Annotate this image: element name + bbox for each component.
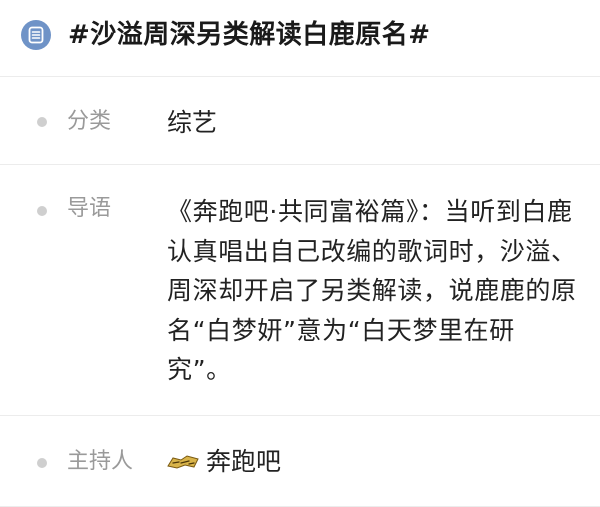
bullet-dot: [37, 458, 47, 468]
topic-title: #沙溢周深另类解读白鹿原名#: [68, 20, 431, 50]
host-label: 主持人: [67, 449, 134, 474]
intro-text: 《奔跑吧·共同富裕篇》：当听到白鹿认真唱出自己改编的歌词时，沙溢、周深却开启了另…: [167, 197, 577, 384]
host-link[interactable]: 奔跑吧: [167, 442, 281, 482]
topic-detail-card: #沙溢周深另类解读白鹿原名# 分类 综艺 导语 《奔跑吧·共同富裕篇》：当听到白…: [0, 0, 600, 507]
topic-header: #沙溢周深另类解读白鹿原名#: [0, 0, 600, 77]
host-row: 主持人 奔跑吧: [0, 416, 600, 507]
bullet-dot: [37, 117, 47, 127]
category-label: 分类: [67, 109, 112, 134]
category-row: 分类 综艺: [0, 77, 600, 165]
show-logo-icon: [167, 455, 199, 469]
intro-label: 导语: [67, 196, 112, 221]
document-list-icon: [21, 20, 51, 50]
category-value[interactable]: 综艺: [167, 103, 217, 143]
intro-row: 导语 《奔跑吧·共同富裕篇》：当听到白鹿认真唱出自己改编的歌词时，沙溢、周深却开…: [0, 165, 600, 416]
host-name: 奔跑吧: [206, 447, 282, 476]
bullet-dot: [37, 206, 47, 216]
